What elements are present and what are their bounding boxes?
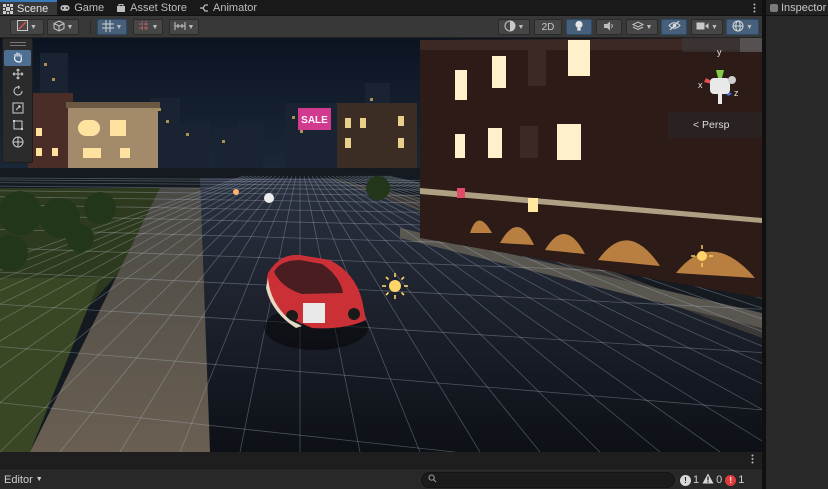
layers-effects-icon (631, 20, 644, 35)
hidden-objects-toggle[interactable] (661, 19, 687, 35)
transform-tool-button[interactable] (4, 135, 31, 151)
warning-icon (702, 473, 714, 487)
chevron-down-icon: ▼ (187, 23, 195, 31)
inspector-title: Inspector (781, 1, 827, 14)
rotate-tool-button[interactable] (4, 84, 31, 100)
camera-icon (696, 21, 709, 34)
effects-dropdown[interactable]: ▼ (626, 19, 658, 35)
grid-icon (138, 20, 150, 35)
scale-icon (12, 102, 24, 117)
tab-animator[interactable]: Animator (196, 0, 266, 15)
lighting-toggle[interactable] (566, 19, 592, 35)
tab-asset-store-label: Asset Store (130, 1, 188, 14)
store-tab-icon (116, 3, 126, 13)
gizmos-dropdown[interactable]: ▼ (726, 19, 759, 35)
draw-mode-icon (17, 20, 29, 34)
tab-game-label: Game (74, 1, 105, 14)
move-arrows-icon (12, 68, 24, 83)
light-bulb-icon (574, 20, 584, 35)
info-icon: ! (680, 474, 691, 486)
scene-toolbar: ▼ ▼ ▼ ▼ ▼ ▼ 2D ▼ ▼ ▼ (0, 16, 762, 38)
render-settings-dropdown[interactable]: ▼ (498, 19, 530, 35)
tab-asset-store[interactable]: Asset Store (113, 0, 196, 15)
sale-billboard-text: SALE (301, 115, 328, 126)
transform-globe-icon (12, 136, 24, 151)
shading-sphere-icon (504, 20, 516, 35)
console-options-icon[interactable] (751, 454, 754, 467)
gizmo-x-label: x (698, 80, 703, 90)
rect-tool-button[interactable] (4, 118, 31, 134)
scale-tool-button[interactable] (4, 101, 31, 117)
hand-icon (12, 51, 24, 66)
tab-scene[interactable]: Scene (0, 0, 58, 15)
scene-viewport[interactable]: SALE y x z < Persp (0, 38, 762, 452)
grid-snapping-toggle[interactable]: ▼ (97, 19, 127, 35)
chevron-down-icon: ▼ (66, 23, 74, 31)
eye-slash-icon (667, 20, 681, 34)
chevron-down-icon: ▼ (645, 23, 653, 31)
chevron-down-icon: ▼ (30, 23, 37, 31)
rect-transform-icon (12, 119, 24, 134)
tab-options-icon[interactable] (746, 0, 762, 15)
gizmo-globe-icon (732, 20, 744, 35)
draw-mode-dropdown[interactable]: ▼ (10, 19, 44, 35)
chevron-down-icon: ▼ (115, 23, 123, 31)
increment-snap-toggle[interactable]: ▼ (169, 19, 199, 35)
cube-icon (53, 19, 65, 35)
gizmo-y-label: y (717, 47, 722, 57)
toolbar-divider (90, 20, 91, 34)
editor-label: Editor (4, 473, 33, 486)
error-count: 1 (738, 474, 745, 486)
move-tool-button[interactable] (4, 67, 31, 83)
chevron-down-icon: ▼ (35, 476, 43, 483)
gizmo-z-label: z (734, 88, 739, 98)
camera-settings-dropdown[interactable]: ▼ (691, 19, 723, 35)
inspector-panel: Inspector (766, 0, 828, 489)
tab-animator-label: Animator (213, 1, 258, 14)
audio-toggle[interactable] (596, 19, 622, 35)
animator-tab-icon (199, 3, 209, 13)
inspector-icon (770, 3, 778, 12)
2d-mode-label: 2D (541, 21, 555, 33)
tab-game[interactable]: Game (57, 0, 113, 15)
hand-tool-button[interactable] (4, 50, 31, 66)
2d-mode-toggle[interactable]: 2D (534, 19, 562, 35)
scene-tab-icon (3, 3, 13, 14)
speaker-icon (603, 20, 615, 35)
overlay-drag-handle[interactable] (3, 39, 32, 49)
warning-count: 0 (716, 474, 723, 486)
grid-snap-icon (101, 19, 114, 35)
search-icon (428, 474, 437, 486)
game-tab-icon (60, 3, 70, 13)
console-search-input[interactable] (421, 472, 675, 488)
scene-tab-bar: Scene Game Asset Store Animator (0, 0, 762, 16)
rotate-icon (12, 85, 24, 100)
tab-scene-label: Scene (17, 2, 49, 15)
info-count: 1 (693, 474, 700, 486)
editor-dropdown[interactable]: Editor ▼ (0, 472, 47, 487)
console-toolbar: Editor ▼ ! 1 0 ! 1 (0, 468, 762, 489)
perspective-label: < Persp (693, 119, 730, 131)
error-count-toggle[interactable]: ! 1 (725, 474, 744, 486)
city-street-scene: SALE (0, 38, 762, 452)
view-mode-label[interactable]: < Persp (668, 112, 762, 138)
warning-count-toggle[interactable]: 0 (702, 473, 722, 487)
tab-inspector[interactable]: Inspector (766, 0, 828, 16)
ruler-icon (174, 20, 186, 35)
info-count-toggle[interactable]: ! 1 (680, 474, 699, 486)
chevron-down-icon: ▼ (517, 23, 525, 31)
chevron-down-icon: ▼ (711, 23, 718, 31)
chevron-down-icon: ▼ (151, 23, 159, 31)
grid-visibility-toggle[interactable]: ▼ (133, 19, 163, 35)
chevron-down-icon: ▼ (746, 23, 753, 31)
error-icon: ! (725, 474, 737, 486)
scene-tools-overlay (2, 38, 33, 163)
shading-mode-dropdown[interactable]: ▼ (47, 19, 79, 35)
console-counts: ! 1 0 ! 1 (680, 472, 744, 488)
console-header (0, 452, 762, 468)
